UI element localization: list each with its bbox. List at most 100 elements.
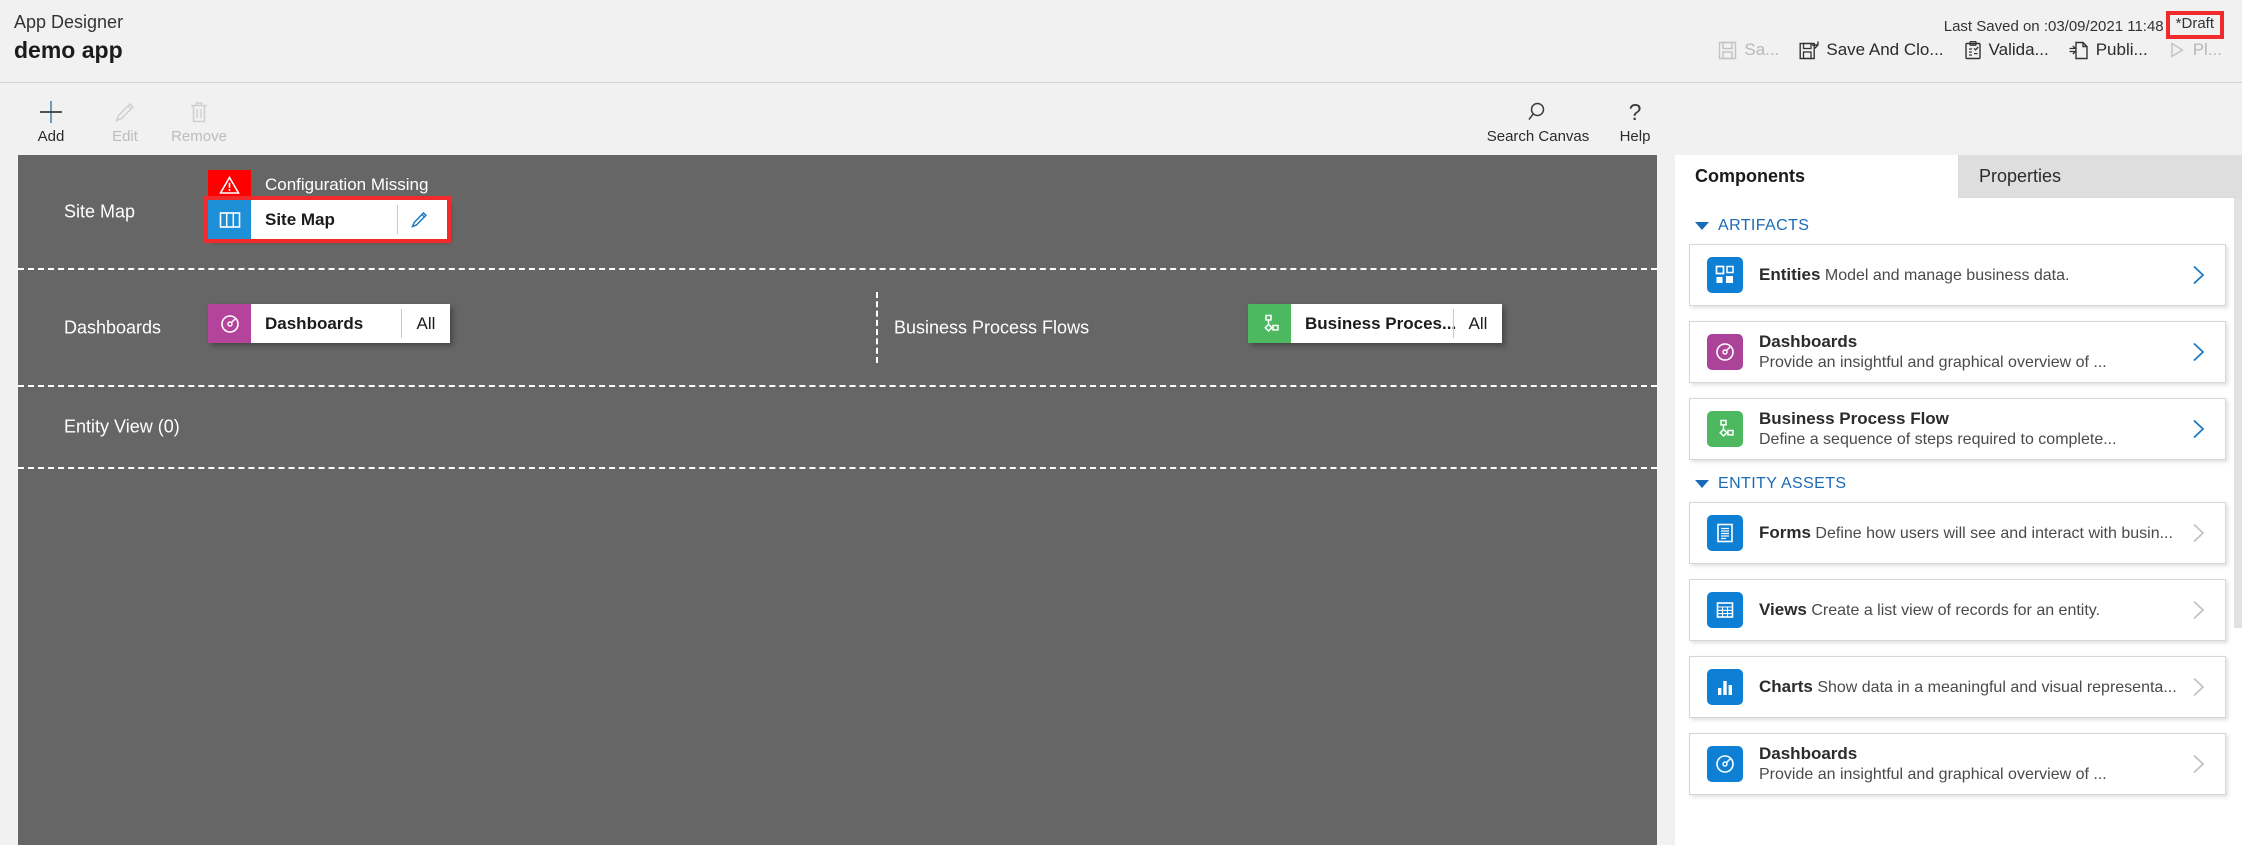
dashboard-gauge-icon <box>1707 746 1743 782</box>
section-header-artifacts[interactable]: ARTIFACTS <box>1695 217 2226 235</box>
bar-chart-icon <box>1707 669 1743 705</box>
card-text: Charts Show data in a meaningful and vis… <box>1743 676 2181 698</box>
dashboards-tile-label: Dashboards <box>265 313 364 333</box>
business-process-flow-tile[interactable]: Business Proces... All <box>1248 304 1502 343</box>
ribbon-toolbar: Add Edit Remove Search Canvas ? Help <box>0 82 2242 155</box>
bpf-tile-label: Business Proces... <box>1305 313 1457 333</box>
section-header-entity-assets[interactable]: ENTITY ASSETS <box>1695 475 2226 493</box>
publish-button[interactable]: Publi... <box>2059 36 2158 64</box>
chevron-right-icon[interactable] <box>2181 598 2215 622</box>
canvas-row-dashboards: Dashboards Business Process Flows Dashbo… <box>18 270 1657 387</box>
save-and-close-icon <box>1799 41 1820 60</box>
canvas-row-label-entity-view: Entity View (0) <box>64 416 180 437</box>
validate-button[interactable]: Valida... <box>1954 36 2059 64</box>
card-text: Forms Define how users will see and inte… <box>1743 522 2181 544</box>
card-title-dashboards-entity: Dashboards <box>1759 744 1858 763</box>
edit-button-label: Edit <box>112 128 138 145</box>
header-action-bar: Sa... Save And Clo... Valida... Publi... <box>1708 36 2232 64</box>
canvas-row-label-sitemap: Site Map <box>64 201 136 221</box>
sitemap-icon <box>208 200 251 239</box>
card-title-dashboards-artifact: Dashboards <box>1759 332 1858 351</box>
bpf-tile-group: Business Proces... All <box>1248 304 1502 343</box>
play-label: Pl... <box>2192 40 2222 59</box>
add-button[interactable]: Add <box>14 91 88 145</box>
help-button-label: Help <box>1619 128 1651 145</box>
canvas-row-label-bpf: Business Process Flows <box>894 317 1090 337</box>
card-desc-business-process-flow: Define a sequence of steps required to c… <box>1759 431 2117 448</box>
component-card-views[interactable]: Views Create a list view of records for … <box>1689 579 2226 641</box>
card-text: Views Create a list view of records for … <box>1743 599 2181 621</box>
panel-scrollbar-thumb[interactable] <box>2234 198 2242 628</box>
canvas-row-label-dashboards: Dashboards <box>64 317 162 337</box>
card-title-entities: Entities <box>1759 265 1821 284</box>
component-card-entities[interactable]: Entities Model and manage business data. <box>1689 244 2226 306</box>
sitemap-edit-pencil-icon[interactable] <box>398 200 440 239</box>
save-button-label: Sa... <box>1744 40 1780 59</box>
search-canvas-label: Search Canvas <box>1486 128 1590 145</box>
help-button[interactable]: ? Help <box>1598 91 1672 145</box>
plus-icon <box>37 97 65 127</box>
app-canvas[interactable]: Site Map Configuration Missing Site Map <box>18 155 1657 845</box>
form-document-icon <box>1707 515 1743 551</box>
save-icon <box>1718 41 1737 60</box>
publish-label: Publi... <box>2095 40 2148 59</box>
chevron-down-icon <box>1695 222 1709 230</box>
dashboards-tile-filter[interactable]: All <box>402 304 450 343</box>
publish-icon <box>2069 41 2089 60</box>
dashboards-tile[interactable]: Dashboards All <box>208 304 450 343</box>
save-button[interactable]: Sa... <box>1708 36 1789 64</box>
app-designer-label: App Designer <box>14 12 124 32</box>
dashboards-tile-group: Dashboards All <box>208 304 450 343</box>
chevron-right-icon[interactable] <box>2181 752 2215 776</box>
sitemap-tile-group: Configuration Missing Site Map <box>204 170 451 243</box>
tab-components[interactable]: Components <box>1675 155 1959 198</box>
configuration-missing-warning: Configuration Missing <box>208 170 447 200</box>
section-title-entity-assets: ENTITY ASSETS <box>1718 475 1847 492</box>
validate-label: Valida... <box>1988 40 2049 59</box>
app-name-title: demo app <box>14 37 123 63</box>
play-button[interactable]: Pl... <box>2158 36 2232 64</box>
component-card-dashboards-entity[interactable]: Dashboards Provide an insightful and gra… <box>1689 733 2226 795</box>
dashboard-gauge-icon <box>208 304 251 343</box>
chevron-right-icon[interactable] <box>2181 263 2215 287</box>
canvas-column-divider <box>876 292 878 363</box>
sitemap-tile-label: Site Map <box>265 209 335 229</box>
card-text: Business Process Flow Define a sequence … <box>1743 408 2181 450</box>
card-desc-entities: Model and manage business data. <box>1824 267 2070 284</box>
canvas-container: Site Map Configuration Missing Site Map <box>0 155 1675 845</box>
save-and-close-button[interactable]: Save And Clo... <box>1789 36 1953 64</box>
add-button-label: Add <box>37 128 65 145</box>
validate-icon <box>1964 40 1982 60</box>
pencil-icon <box>112 97 138 127</box>
component-card-dashboards-artifact[interactable]: Dashboards Provide an insightful and gra… <box>1689 321 2226 383</box>
card-title-charts: Charts <box>1759 677 1813 696</box>
draft-status-badge: *Draft <box>2165 11 2224 39</box>
question-mark-icon: ? <box>1624 97 1646 127</box>
search-canvas-button[interactable]: Search Canvas <box>1478 91 1598 145</box>
configuration-missing-label: Configuration Missing <box>265 175 429 194</box>
card-desc-charts: Show data in a meaningful and visual rep… <box>1817 679 2177 696</box>
chevron-right-icon[interactable] <box>2181 340 2215 364</box>
component-card-business-process-flow[interactable]: Business Process Flow Define a sequence … <box>1689 398 2226 460</box>
card-desc-dashboards-entity: Provide an insightful and graphical over… <box>1759 766 2107 783</box>
sitemap-tile[interactable]: Site Map <box>204 196 451 243</box>
chevron-right-icon[interactable] <box>2181 417 2215 441</box>
tab-properties[interactable]: Properties <box>1959 155 2242 198</box>
chevron-right-icon[interactable] <box>2181 675 2215 699</box>
component-card-forms[interactable]: Forms Define how users will see and inte… <box>1689 502 2226 564</box>
card-title-forms: Forms <box>1759 523 1811 542</box>
chevron-right-icon[interactable] <box>2181 521 2215 545</box>
process-flow-icon <box>1707 411 1743 447</box>
component-card-charts[interactable]: Charts Show data in a meaningful and vis… <box>1689 656 2226 718</box>
section-title-artifacts: ARTIFACTS <box>1718 217 1810 234</box>
card-desc-views: Create a list view of records for an ent… <box>1811 602 2101 619</box>
card-text: Dashboards Provide an insightful and gra… <box>1743 743 2181 785</box>
bpf-tile-filter[interactable]: All <box>1454 304 1502 343</box>
ribbon-right-group: Search Canvas ? Help <box>1478 91 1672 145</box>
edit-button[interactable]: Edit <box>88 91 162 145</box>
panel-scrollbar[interactable] <box>2234 198 2242 845</box>
canvas-row-empty <box>18 469 1657 843</box>
remove-button[interactable]: Remove <box>162 91 236 145</box>
process-flow-icon <box>1248 304 1291 343</box>
warning-triangle-icon <box>208 170 251 200</box>
